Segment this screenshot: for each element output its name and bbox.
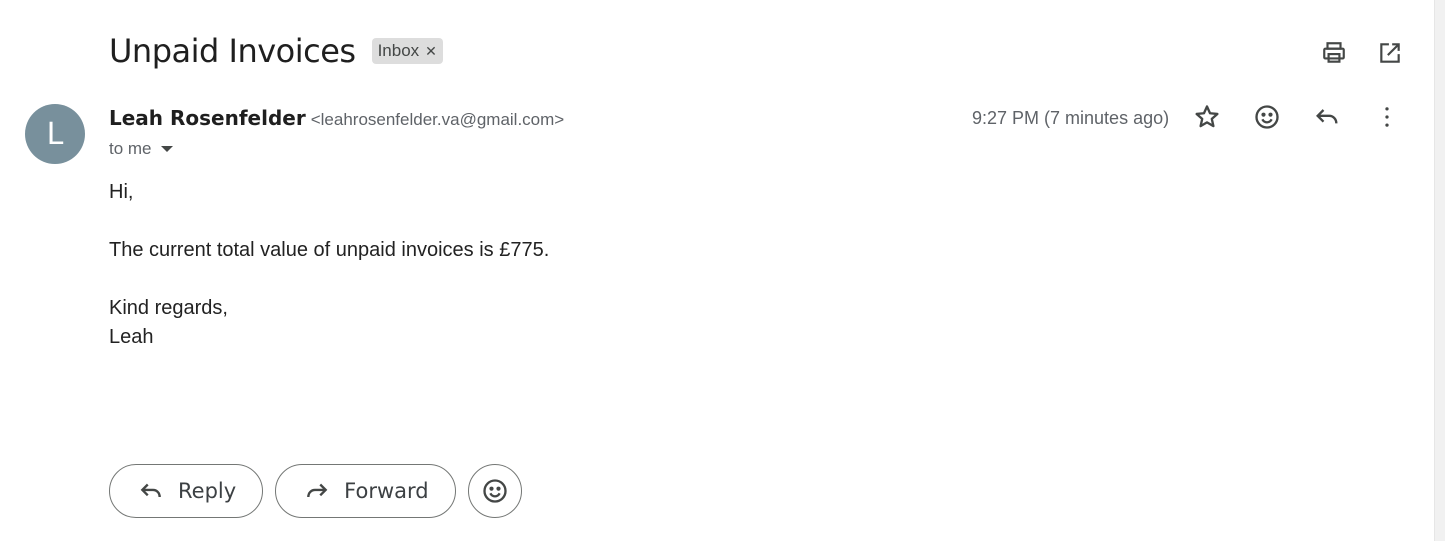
inbox-label-chip: Inbox ✕: [371, 38, 443, 64]
subject-row: Unpaid Invoices Inbox ✕: [109, 32, 443, 70]
sender-email: <leahrosenfelder.va@gmail.com>: [310, 110, 565, 129]
body-signature: Leah: [109, 326, 154, 348]
print-icon[interactable]: [1319, 38, 1349, 68]
reply-button-label: Reply: [178, 479, 237, 503]
reply-button[interactable]: Reply: [109, 464, 264, 518]
sender-name[interactable]: Leah Rosenfelder: [109, 106, 306, 130]
more-vert-icon[interactable]: [1372, 102, 1402, 132]
recipient-text: to me: [109, 139, 152, 158]
forward-icon: [307, 483, 328, 498]
scrollbar[interactable]: [1434, 0, 1445, 541]
reply-icon[interactable]: [1312, 102, 1342, 132]
reply-actions: Reply Forward: [109, 464, 522, 518]
message-toolbar: [1192, 102, 1402, 132]
message-timestamp: 9:27 PM (7 minutes ago): [972, 108, 1170, 128]
remove-label-icon[interactable]: ✕: [425, 43, 437, 60]
open-in-new-window-icon[interactable]: [1375, 38, 1405, 68]
thread-toolbar: [1319, 38, 1405, 68]
avatar[interactable]: L: [25, 104, 85, 164]
email-subject: Unpaid Invoices: [109, 32, 356, 70]
chevron-down-icon: [160, 146, 173, 152]
body-greeting: Hi,: [109, 181, 134, 203]
message-body: Hi, The current total value of unpaid in…: [109, 178, 549, 352]
emoji-icon[interactable]: [1252, 102, 1282, 132]
sender-line: Leah Rosenfelder <leahrosenfelder.va@gma…: [109, 106, 564, 130]
emoji-icon: [482, 479, 507, 503]
reply-icon: [140, 483, 161, 498]
forward-button-label: Forward: [344, 479, 429, 503]
body-closing: Kind regards,: [109, 297, 228, 319]
forward-button[interactable]: Forward: [275, 464, 456, 518]
inbox-label-text: Inbox: [377, 41, 420, 60]
star-icon[interactable]: [1192, 102, 1222, 132]
recipient-details-toggle[interactable]: to me: [109, 139, 173, 159]
emoji-reaction-button[interactable]: [467, 464, 522, 518]
body-line: The current total value of unpaid invoic…: [109, 239, 550, 261]
